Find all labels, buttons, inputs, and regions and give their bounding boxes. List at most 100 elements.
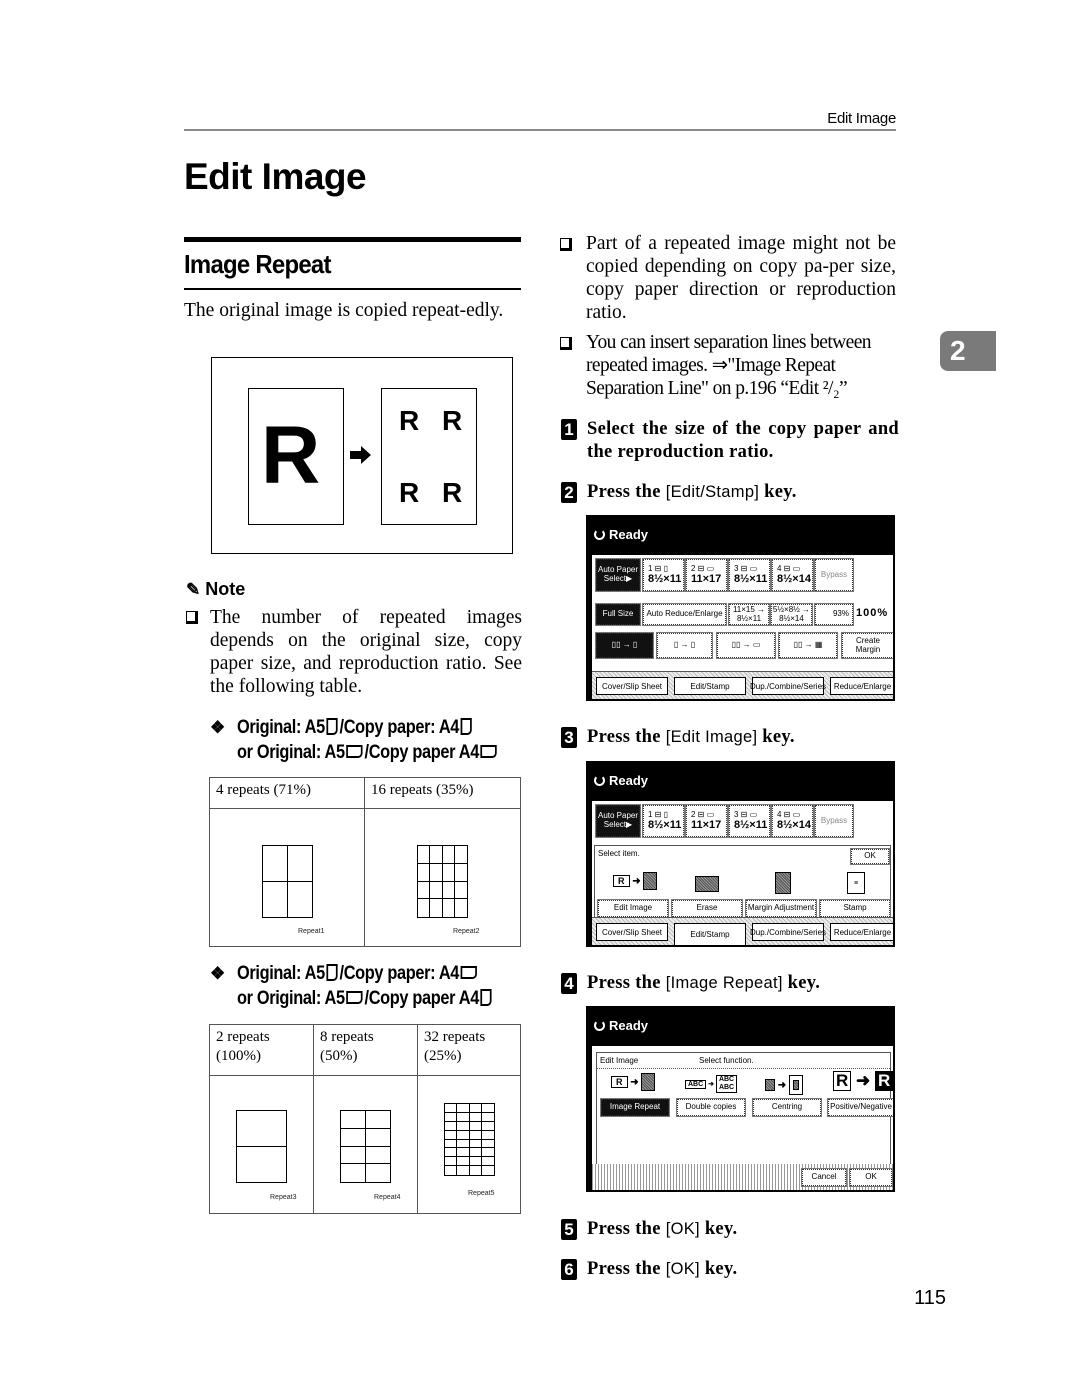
key-name: [Edit/Stamp] xyxy=(665,483,760,501)
margin-adjustment-button[interactable]: Margin Adjustment xyxy=(745,899,817,918)
pencil-icon: ✎ xyxy=(186,580,201,599)
table-cell-label: 2 repeats (100%) xyxy=(209,1024,314,1076)
repeat-grid-diagram xyxy=(236,1110,287,1183)
grid-cell xyxy=(457,1166,470,1175)
tray-4-button[interactable]: 4 ⊟ ▭ 8½×14 xyxy=(771,558,814,592)
note-item: You can insert separation lines between … xyxy=(560,331,900,401)
tray-2-button[interactable]: 2 ⊟ ▭ 11×17 xyxy=(685,804,728,838)
step-6: 6 Press the [OK] key. xyxy=(561,1258,901,1282)
erase-button[interactable]: Erase xyxy=(671,899,743,918)
grid-cell xyxy=(365,1111,390,1129)
table-cell-figure: Repeat2 xyxy=(364,808,521,947)
grid-cell xyxy=(430,899,443,917)
tray-3-button[interactable]: 3 ⊟ ▭ 8½×11 xyxy=(728,804,771,838)
bypass-tray-button[interactable]: Bypass xyxy=(814,558,854,592)
control-panel-screen-copy: Ready Auto Paper Select▶ 1 ⊟ ▯ 8½×11 2 ⊟ … xyxy=(586,515,895,701)
prompt-text: Select function. xyxy=(699,1056,754,1065)
tab-dup-combine-series[interactable]: Dup./Combine/Series xyxy=(750,677,826,695)
table1-heading: ❖ Original: A5/Copy paper: A4 or Origina… xyxy=(210,715,530,765)
table2-heading: ❖ Original: A5/Copy paper: A4 or Origina… xyxy=(210,961,530,1011)
bypass-tray-button[interactable]: Bypass xyxy=(814,804,854,838)
function-tabs: Cover/Slip Sheet Edit/Stamp Dup./Combine… xyxy=(592,671,893,699)
portrait-paper-icon xyxy=(460,718,472,735)
positive-negative-button[interactable]: Positive/Negative xyxy=(827,1098,893,1117)
cancel-button[interactable]: Cancel xyxy=(801,1168,847,1187)
grid-cell xyxy=(445,1112,458,1122)
centring-button[interactable]: Centring xyxy=(752,1098,822,1117)
prompt-text: Select item. xyxy=(598,849,640,858)
section-intro: The original image is copied repeat-edly… xyxy=(184,300,504,321)
copy-page: R R R R xyxy=(381,388,477,525)
stamp-icon: ≡ xyxy=(847,872,865,894)
preset-ratio-button[interactable]: 5½×8½ → 8½×14 xyxy=(770,603,813,626)
grid-cell xyxy=(288,882,313,918)
preset-ratio-button[interactable]: 11×15 → 8½×11 xyxy=(728,603,770,626)
header-rule xyxy=(184,129,896,131)
tray-2-button[interactable]: 2 ⊟ ▭ 11×17 xyxy=(685,558,728,592)
grid-cell xyxy=(366,1164,391,1182)
grid-cell xyxy=(455,899,467,917)
landscape-paper-icon xyxy=(346,745,363,758)
combine-4-button[interactable]: ▯▯ → ▦ xyxy=(778,632,838,659)
tray-3-button[interactable]: 3 ⊟ ▭ 8½×11 xyxy=(728,558,771,592)
copy-letter: R xyxy=(399,477,420,508)
step-2: 2 Press the [Edit/Stamp] key. xyxy=(561,481,901,505)
tray-1-button[interactable]: 1 ⊟ ▯ 8½×11 xyxy=(642,804,685,838)
grid-cell xyxy=(442,846,455,864)
tab-dup-combine-series[interactable]: Dup./Combine/Series xyxy=(750,923,826,941)
grid-cell xyxy=(430,846,443,864)
original-page: R xyxy=(248,388,344,525)
note-heading: ✎ Note xyxy=(186,579,246,599)
grid-cell xyxy=(445,1104,458,1113)
grid-cell xyxy=(469,1130,482,1140)
step-1: 1 Select the size of the copy paper and … xyxy=(561,418,901,466)
grid-cell xyxy=(418,846,431,864)
double-copies-button[interactable]: Double copies xyxy=(676,1098,746,1117)
ready-indicator-icon xyxy=(594,1020,605,1031)
duplex-2-to-2-button[interactable]: ▯ → ▯ xyxy=(656,632,713,659)
auto-paper-select-button[interactable]: Auto Paper Select▶ xyxy=(595,804,641,838)
combine-2-button[interactable]: ▯▯ → ▭ xyxy=(716,632,776,659)
key-name: [Edit Image] xyxy=(665,728,758,746)
grid-cell xyxy=(365,1147,390,1165)
key-name: [Image Repeat] xyxy=(665,974,783,992)
tab-cover-slip-sheet[interactable]: Cover/Slip Sheet xyxy=(596,923,668,941)
tab-edit-stamp[interactable]: Edit/Stamp xyxy=(674,677,746,695)
checkbox-bullet-icon xyxy=(560,238,572,251)
grid-cell xyxy=(481,1157,494,1167)
tab-reduce-enlarge[interactable]: Reduce/Enlarge xyxy=(830,923,893,941)
duplex-mode-icon: ▯▯ → ▯ xyxy=(611,640,638,650)
control-panel-screen-edit-stamp: Ready Auto Paper Select▶ 1 ⊟ ▯ 8½×11 2 ⊟ … xyxy=(586,761,895,947)
tab-reduce-enlarge[interactable]: Reduce/Enlarge xyxy=(830,677,893,695)
diamond-bullet-icon: ❖ xyxy=(210,964,225,983)
stamp-button[interactable]: Stamp xyxy=(819,899,891,918)
page-title: Edit Image xyxy=(184,156,367,197)
edit-image-button[interactable]: Edit Image xyxy=(597,899,669,918)
tray-4-button[interactable]: 4 ⊟ ▭ 8½×14 xyxy=(771,804,814,838)
function-tabs: Cover/Slip Sheet Edit/Stamp Dup./Combine… xyxy=(592,917,893,945)
original-letter: R xyxy=(261,410,321,501)
duplex-1-to-2-button[interactable]: ▯▯ → ▯ xyxy=(595,632,654,659)
grid-cell xyxy=(469,1148,482,1158)
tray-1-button[interactable]: 1 ⊟ ▯ 8½×11 xyxy=(642,558,685,592)
auto-reduce-enlarge-button[interactable]: Auto Reduce/Enlarge xyxy=(642,603,727,626)
tab-edit-stamp[interactable]: Edit/Stamp xyxy=(674,923,746,945)
button-strip: Cancel OK xyxy=(592,1164,893,1190)
repeats-table-2: 2 repeats (100%) 8 repeats (50%) 32 repeat… xyxy=(209,1024,521,1214)
ok-button[interactable]: OK xyxy=(849,1168,893,1187)
ok-button[interactable]: OK xyxy=(850,848,890,865)
grid-cell xyxy=(365,1129,390,1147)
grid-cell xyxy=(341,1164,366,1182)
step-4: 4 Press the [Image Repeat] key. xyxy=(561,972,901,996)
full-size-button[interactable]: Full Size xyxy=(595,603,641,626)
auto-paper-select-button[interactable]: Auto Paper Select▶ xyxy=(595,558,641,592)
image-repeat-button[interactable]: Image Repeat xyxy=(600,1098,670,1117)
key-name: [OK] xyxy=(665,1220,700,1238)
create-margin-button[interactable]: Create Margin xyxy=(841,632,893,659)
custom-ratio-button[interactable]: 93% xyxy=(814,603,854,626)
grid-cell xyxy=(481,1113,494,1122)
repeat-grid-diagram xyxy=(444,1103,495,1176)
tab-cover-slip-sheet[interactable]: Cover/Slip Sheet xyxy=(596,677,668,695)
grid-cell xyxy=(445,1130,458,1140)
grid-cell xyxy=(454,882,467,900)
